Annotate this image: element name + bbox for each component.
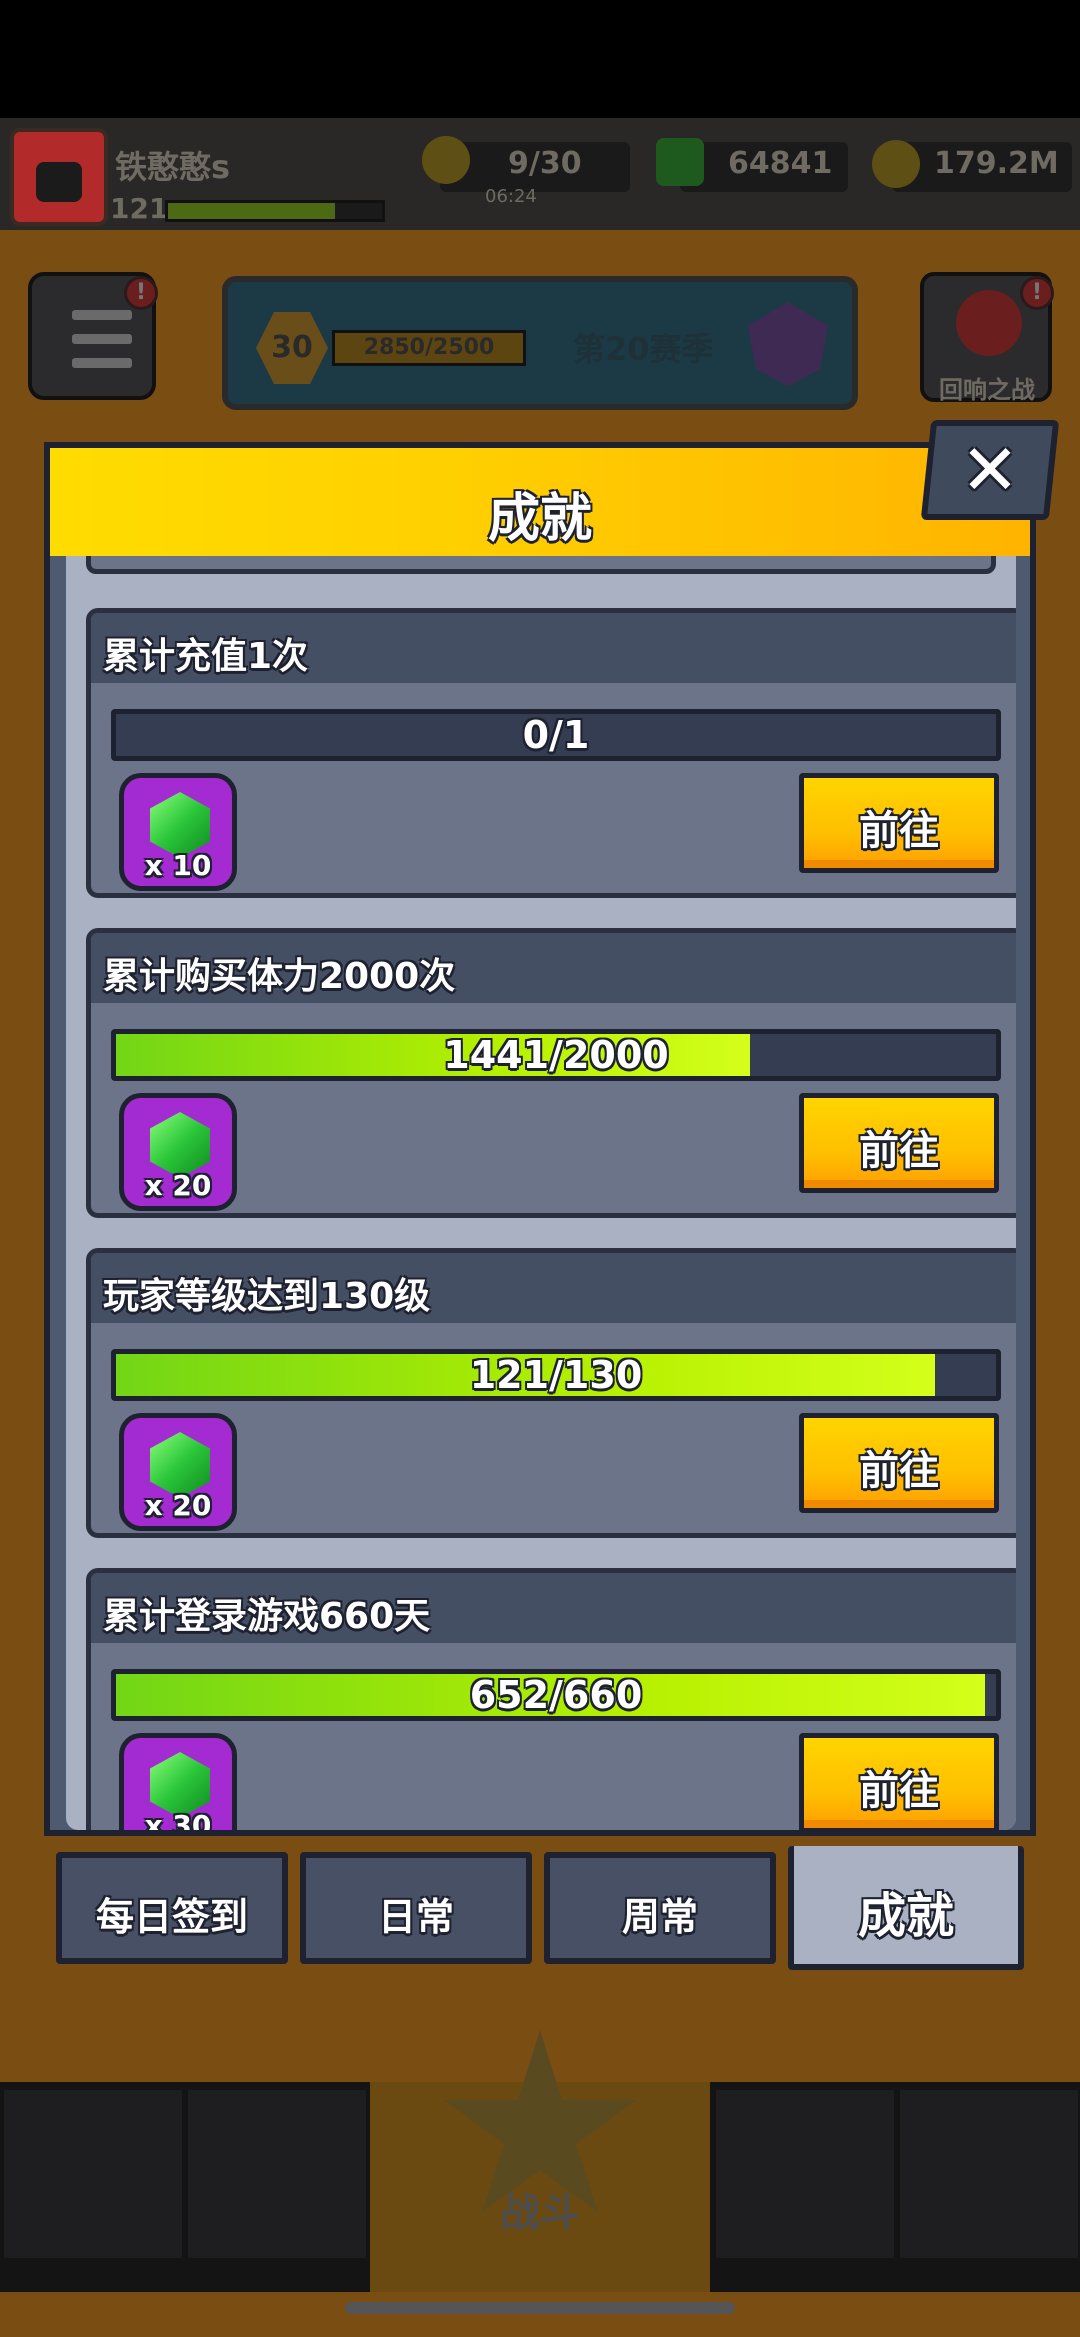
reward-count: x 20 xyxy=(144,1489,212,1522)
tab-label: 成就 xyxy=(857,1888,954,1944)
achievement-card: 累计登录游戏660天 652/660 x 30 前往 xyxy=(86,1568,1016,1830)
go-button[interactable]: 前往 xyxy=(799,1733,999,1830)
stamina-timer: 06:24 xyxy=(485,186,537,207)
tab-label: 周常 xyxy=(621,1895,698,1939)
go-button-label: 前往 xyxy=(859,1768,939,1814)
dialog-title: 成就 xyxy=(487,489,592,549)
tab-achievements[interactable]: 成就 xyxy=(788,1846,1024,1970)
nav-shop-button[interactable] xyxy=(4,2090,182,2258)
xp-bar-fill xyxy=(168,203,335,219)
reward-count: x 30 xyxy=(144,1809,212,1830)
reward-item[interactable]: x 30 xyxy=(119,1733,237,1830)
coin-icon xyxy=(872,140,920,188)
nav-dna-button[interactable] xyxy=(900,2090,1078,2258)
tab-weekly[interactable]: 周常 xyxy=(544,1852,776,1964)
reward-item[interactable]: x 10 xyxy=(119,773,237,891)
reward-item[interactable]: x 20 xyxy=(119,1093,237,1211)
home-indicator xyxy=(345,2302,735,2314)
battle-label: 战斗 xyxy=(500,2190,580,2236)
demon-face-icon xyxy=(956,290,1022,356)
card-header: 玩家等级达到130级 xyxy=(91,1253,1016,1323)
nav-equipment-button[interactable] xyxy=(188,2090,366,2258)
season-title: 第20赛季 xyxy=(573,330,714,368)
menu-icon-line xyxy=(72,334,132,344)
go-button[interactable]: 前往 xyxy=(799,1093,999,1193)
lightning-icon xyxy=(422,136,470,184)
go-button-label: 前往 xyxy=(859,1128,939,1174)
reward-item[interactable]: x 20 xyxy=(119,1413,237,1531)
echo-battle-label: 回响之战 xyxy=(939,376,1035,404)
progress-bar: 652/660 xyxy=(111,1669,1001,1721)
xp-bar xyxy=(165,200,385,222)
go-button[interactable]: 前往 xyxy=(799,773,999,873)
achievement-title: 累计登录游戏660天 xyxy=(103,1596,431,1637)
menu-icon-line xyxy=(72,358,132,368)
nav-events-button[interactable] xyxy=(716,2090,894,2258)
notification-badge: ! xyxy=(124,276,158,310)
notification-badge: ! xyxy=(1020,276,1054,310)
tab-label: 日常 xyxy=(377,1895,454,1939)
achievement-title: 累计购买体力2000次 xyxy=(103,956,456,997)
achievement-card: 累计充值1次 0/1 x 10 前往 xyxy=(86,608,1016,898)
card-header: 累计充值1次 xyxy=(91,613,1016,683)
progress-text: 121/130 xyxy=(469,1353,643,1397)
tab-label: 每日签到 xyxy=(95,1895,248,1939)
progress-bar: 1441/2000 xyxy=(111,1029,1001,1081)
reward-count: x 10 xyxy=(144,849,212,882)
season-panel[interactable]: 30 2850/2500 第20赛季 xyxy=(222,276,858,410)
close-button[interactable]: ✕ xyxy=(920,420,1060,520)
season-level-badge: 30 xyxy=(256,312,328,384)
list-item xyxy=(86,556,996,574)
gold-value: 179.2M xyxy=(934,146,1059,181)
card-header: 累计购买体力2000次 xyxy=(91,933,1016,1003)
progress-text: 0/1 xyxy=(522,713,590,757)
gems-value: 64841 xyxy=(728,146,833,181)
go-button-label: 前往 xyxy=(859,1448,939,1494)
tab-daily[interactable]: 日常 xyxy=(300,1852,532,1964)
go-button[interactable]: 前往 xyxy=(799,1413,999,1513)
progress-bar: 0/1 xyxy=(111,709,1001,761)
achievement-card: 累计购买体力2000次 1441/2000 x 20 前往 xyxy=(86,928,1016,1218)
progress-text: 652/660 xyxy=(469,1673,643,1717)
player-name: 铁憨憨s xyxy=(115,148,231,186)
tab-daily-checkin[interactable]: 每日签到 xyxy=(56,1852,288,1964)
season-rank-icon xyxy=(748,302,828,386)
menu-icon-line xyxy=(72,310,132,320)
achievement-title: 玩家等级达到130级 xyxy=(103,1276,431,1317)
progress-text: 1441/2000 xyxy=(443,1033,669,1077)
achievement-list[interactable]: 累计充值1次 0/1 x 10 前往 累计购买体力2000次 1441/2000 xyxy=(66,556,1016,1830)
progress-bar: 121/130 xyxy=(111,1349,1001,1401)
achievement-title: 累计充值1次 xyxy=(103,636,309,677)
player-level: 121 xyxy=(110,192,169,225)
stamina-value: 9/30 xyxy=(508,146,582,181)
close-icon: ✕ xyxy=(960,429,1020,511)
season-progress: 2850/2500 xyxy=(332,330,526,366)
dialog-body: 累计充值1次 0/1 x 10 前往 累计购买体力2000次 1441/2000 xyxy=(44,556,1036,1836)
dialog-header: 成就 xyxy=(44,442,1036,558)
reward-count: x 20 xyxy=(144,1169,212,1202)
gem-icon xyxy=(656,138,704,186)
achievement-card: 玩家等级达到130级 121/130 x 20 前往 xyxy=(86,1248,1016,1538)
status-bar xyxy=(0,0,1080,120)
card-header: 累计登录游戏660天 xyxy=(91,1573,1016,1643)
go-button-label: 前往 xyxy=(859,808,939,854)
avatar xyxy=(10,128,108,226)
